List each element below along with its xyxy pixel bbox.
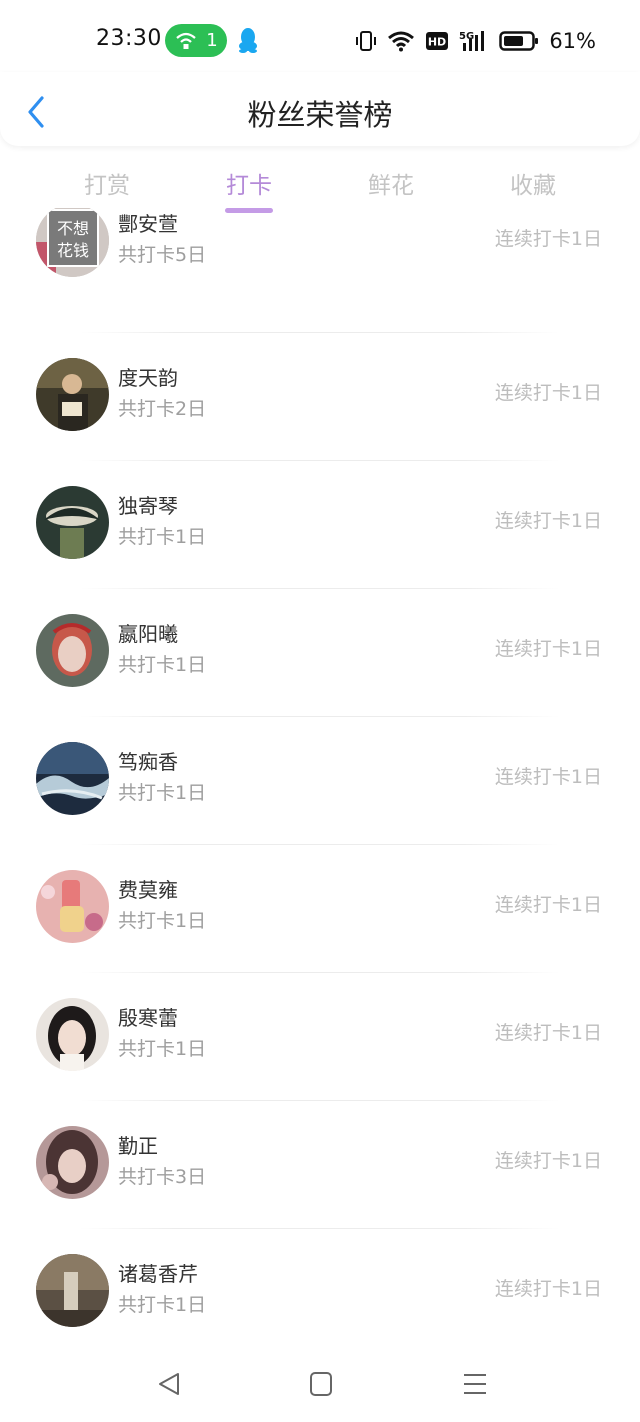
fan-name: 殷寒蕾 [118,1006,178,1030]
avatar [36,486,109,559]
total-checkins: 共打卡1日 [118,1294,207,1316]
divider [80,588,560,589]
list-item[interactable]: 独寄琴 共打卡1日 连续打卡1日 [0,460,640,588]
divider [80,716,560,717]
total-checkins: 共打卡5日 [118,244,207,266]
tab-favorites[interactable]: 收藏 [463,166,603,200]
streak-checkins: 连续打卡1日 [494,1150,602,1172]
menu-lines-icon[interactable] [455,1370,495,1398]
status-bar: 23:30 1 HD 5G 61% [0,0,640,80]
streak-checkins: 连续打卡1日 [494,894,602,916]
streak-checkins: 连续打卡1日 [494,228,602,250]
total-checkins: 共打卡1日 [118,526,207,548]
qq-icon [239,28,257,53]
fan-ranking-list[interactable]: 不想 花钱 酆安萱 共打卡5日 连续打卡1日 度天韵 共打卡2日 连续打卡1日 [0,208,640,1348]
divider [80,1228,560,1229]
hotspot-count: 1 [206,30,218,51]
divider [80,844,560,845]
fan-name: 嬴阳曦 [118,622,178,646]
avatar: 不想 花钱 [36,208,109,277]
wifi-icon [388,31,415,52]
fan-name: 笃痴香 [118,750,178,774]
hotspot-indicator: 1 [165,24,227,57]
vibrate-icon [356,31,377,51]
list-item[interactable]: 殷寒蕾 共打卡1日 连续打卡1日 [0,972,640,1100]
battery-percent: 61% [549,29,596,53]
list-item[interactable]: 勤正 共打卡3日 连续打卡1日 [0,1100,640,1228]
avatar [36,998,109,1071]
divider [80,332,560,333]
app-header: 粉丝荣誉榜 [0,72,640,146]
hd-icon: HD [426,32,449,50]
tab-reward[interactable]: 打赏 [37,166,177,200]
list-item[interactable]: 笃痴香 共打卡1日 连续打卡1日 [0,716,640,844]
avatar [36,870,109,943]
status-time: 23:30 [96,26,162,51]
streak-checkins: 连续打卡1日 [494,1278,602,1300]
home-square-icon[interactable] [301,1370,341,1398]
status-right-group: HD 5G 61% [355,27,596,55]
list-item[interactable]: 诸葛香芹 共打卡1日 连续打卡1日 [0,1228,640,1348]
avatar [36,1126,109,1199]
total-checkins: 共打卡1日 [118,782,207,804]
divider [80,460,560,461]
total-checkins: 共打卡3日 [118,1166,207,1188]
svg-text:HD: HD [428,36,446,49]
fan-name: 诸葛香芹 [118,1262,198,1286]
fan-name: 酆安萱 [118,212,178,236]
hotspot-icon [176,32,196,49]
total-checkins: 共打卡1日 [118,654,207,676]
list-item[interactable]: 度天韵 共打卡2日 连续打卡1日 [0,332,640,460]
total-checkins: 共打卡2日 [118,398,207,420]
fan-name: 费莫雍 [118,878,178,902]
fan-name: 独寄琴 [118,494,178,518]
total-checkins: 共打卡1日 [118,1038,207,1060]
avatar [36,742,109,815]
list-item[interactable]: 嬴阳曦 共打卡1日 连续打卡1日 [0,588,640,716]
list-item[interactable]: 不想 花钱 酆安萱 共打卡5日 连续打卡1日 [0,208,640,332]
signal-5g-icon: 5G [459,31,485,51]
avatar [36,614,109,687]
fan-name: 勤正 [118,1134,158,1158]
divider [80,972,560,973]
system-nav-bar [0,1350,640,1422]
tab-flowers[interactable]: 鲜花 [321,166,461,200]
list-item[interactable]: 费莫雍 共打卡1日 连续打卡1日 [0,844,640,972]
tab-checkin[interactable]: 打卡 [179,166,319,200]
total-checkins: 共打卡1日 [118,910,207,932]
streak-checkins: 连续打卡1日 [494,382,602,404]
avatar [36,1254,109,1327]
page-title: 粉丝荣誉榜 [247,98,393,132]
streak-checkins: 连续打卡1日 [494,510,602,532]
battery-icon [499,31,539,51]
avatar-text: 不想 [57,219,89,238]
streak-checkins: 连续打卡1日 [494,1022,602,1044]
back-triangle-icon[interactable] [150,1370,190,1398]
divider [80,1100,560,1101]
fan-name: 度天韵 [118,366,178,390]
streak-checkins: 连续打卡1日 [494,766,602,788]
svg-text:花钱: 花钱 [57,241,89,260]
avatar [36,358,109,431]
streak-checkins: 连续打卡1日 [494,638,602,660]
